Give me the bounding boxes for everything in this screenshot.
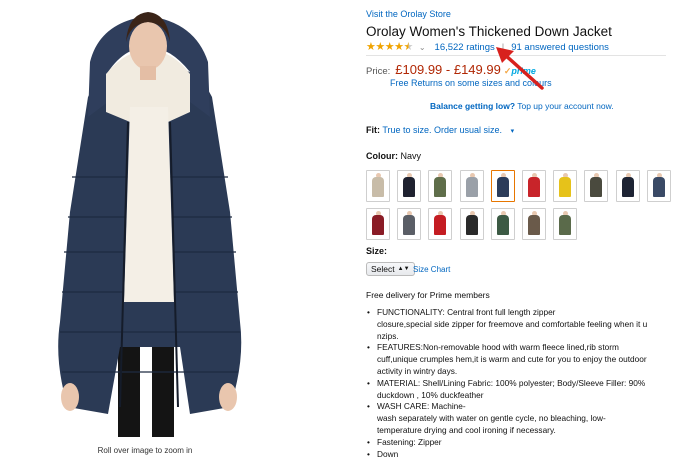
feature-bullet: MATERIAL: Shell/Lining Fabric: 100% poly… xyxy=(366,378,676,402)
size-chart-link[interactable]: Size Chart xyxy=(413,265,450,274)
select-arrows-icon: ▲▼ xyxy=(397,266,410,272)
colour-swatch[interactable] xyxy=(646,170,671,202)
annotation-arrow-icon xyxy=(496,47,544,90)
colour-swatch[interactable] xyxy=(490,208,515,240)
colour-value: Navy xyxy=(400,151,422,161)
feature-line: FUNCTIONALITY: Central front full length… xyxy=(377,307,556,317)
swatch-coat xyxy=(528,177,540,197)
feature-line: Down xyxy=(377,448,399,459)
swatch-coat xyxy=(496,215,509,235)
size-select[interactable]: Select ▲▼ xyxy=(366,262,415,276)
swatch-coat xyxy=(434,177,447,197)
price-label: Price: xyxy=(366,66,391,77)
swatch-coat xyxy=(496,177,509,197)
photo-sweater xyxy=(124,107,174,302)
top-up-link[interactable]: Top up your account now. xyxy=(517,101,613,111)
feature-line: nzips. xyxy=(377,330,399,341)
balance-heading: Balance getting low? xyxy=(430,101,516,111)
photo-face xyxy=(129,22,167,70)
chevron-down-icon[interactable]: ⌄ xyxy=(419,43,426,52)
photo-neck xyxy=(140,66,156,80)
feature-line: temperature drying and cool ironing if n… xyxy=(377,424,556,435)
feature-bullets: FUNCTIONALITY: Central front full length… xyxy=(366,307,676,460)
chevron-down-icon[interactable]: ▾ xyxy=(511,128,515,135)
colour-swatch[interactable] xyxy=(397,208,422,240)
colour-swatch[interactable] xyxy=(615,170,640,202)
photo-leg-right xyxy=(152,332,174,437)
colour-swatch[interactable] xyxy=(553,170,578,202)
feature-line: FEATURES:Non-removable hood with warm fl… xyxy=(377,342,619,353)
colour-swatch[interactable] xyxy=(459,170,484,202)
feature-line: MATERIAL: Shell/Lining Fabric: 100% poly… xyxy=(377,377,646,388)
feature-line: activity in wintry days. xyxy=(377,365,458,376)
feature-bullet: Down xyxy=(366,449,676,461)
colour-row: Colour: Navy xyxy=(366,151,421,161)
fit-label: Fit: xyxy=(366,125,380,135)
fit-row: Fit: True to size. Order usual size. ▾ xyxy=(366,125,514,135)
swatch-coat xyxy=(652,177,665,197)
photo-hand-right xyxy=(219,383,237,411)
fit-value-link[interactable]: True to size. Order usual size. xyxy=(382,125,502,135)
colour-swatch[interactable] xyxy=(428,170,453,202)
zoom-hint: Roll over image to zoom in xyxy=(97,446,193,455)
colour-swatch[interactable] xyxy=(459,208,484,240)
swatch-coat xyxy=(465,177,478,197)
feature-bullet: FUNCTIONALITY: Central front full length… xyxy=(366,307,676,342)
rating-row: ★★★★★ ⌄ 16,522 ratings | 91 answered que… xyxy=(366,41,609,53)
feature-bullet: Fastening: Zipper xyxy=(366,437,676,449)
swatch-coat xyxy=(403,177,416,197)
photo-hand-left xyxy=(61,383,79,411)
balance-notice: Balance getting low? Top up your account… xyxy=(430,101,614,111)
price-value: £109.99 - £149.99 xyxy=(395,62,501,77)
colour-swatch[interactable] xyxy=(397,170,422,202)
colour-swatch[interactable] xyxy=(490,170,515,202)
feature-bullet: WASH CARE: Machine-wash separately with … xyxy=(366,401,676,436)
swatch-coat xyxy=(559,177,572,197)
colour-swatch[interactable] xyxy=(522,208,546,240)
swatch-coat xyxy=(590,177,603,197)
size-select-value: Select xyxy=(371,264,395,274)
feature-line: duckdown , 10% duckfeather xyxy=(377,389,484,400)
swatch-coat xyxy=(465,215,478,235)
colour-swatch[interactable] xyxy=(366,208,390,240)
swatch-coat xyxy=(559,215,572,235)
product-title: Orolay Women's Thickened Down Jacket xyxy=(366,24,612,39)
feature-line: closure,special side zipper for freemove… xyxy=(377,318,648,329)
product-image-panel: Roll over image to zoom in xyxy=(0,0,290,465)
colour-swatch[interactable] xyxy=(584,170,609,202)
swatch-coat xyxy=(403,215,416,235)
colour-swatch[interactable] xyxy=(366,170,390,202)
delivery-note: Free delivery for Prime members xyxy=(366,290,490,300)
product-photo[interactable] xyxy=(40,2,255,442)
colour-swatch[interactable] xyxy=(553,208,578,240)
feature-line: Fastening: Zipper xyxy=(377,436,442,447)
colour-swatch[interactable] xyxy=(428,208,453,240)
feature-bullet: FEATURES:Non-removable hood with warm fl… xyxy=(366,342,676,377)
colour-label: Colour: xyxy=(366,151,398,161)
swatch-coat xyxy=(621,177,634,197)
store-link[interactable]: Visit the Orolay Store xyxy=(366,9,451,19)
swatch-coat xyxy=(434,215,447,235)
colour-swatch[interactable] xyxy=(522,170,546,202)
swatch-coat xyxy=(528,215,540,235)
ratings-count-link[interactable]: 16,522 ratings xyxy=(435,42,495,53)
swatch-coat xyxy=(372,215,384,235)
size-label: Size: xyxy=(366,246,388,256)
star-rating-icon[interactable]: ★★★★★ xyxy=(366,41,413,53)
feature-line: WASH CARE: Machine- xyxy=(377,401,466,412)
feature-line: cuff,unique crumples hem,it is warm and … xyxy=(377,354,647,365)
feature-line: wash separately with water on gentle cyc… xyxy=(377,413,606,424)
swatch-coat xyxy=(372,177,384,197)
